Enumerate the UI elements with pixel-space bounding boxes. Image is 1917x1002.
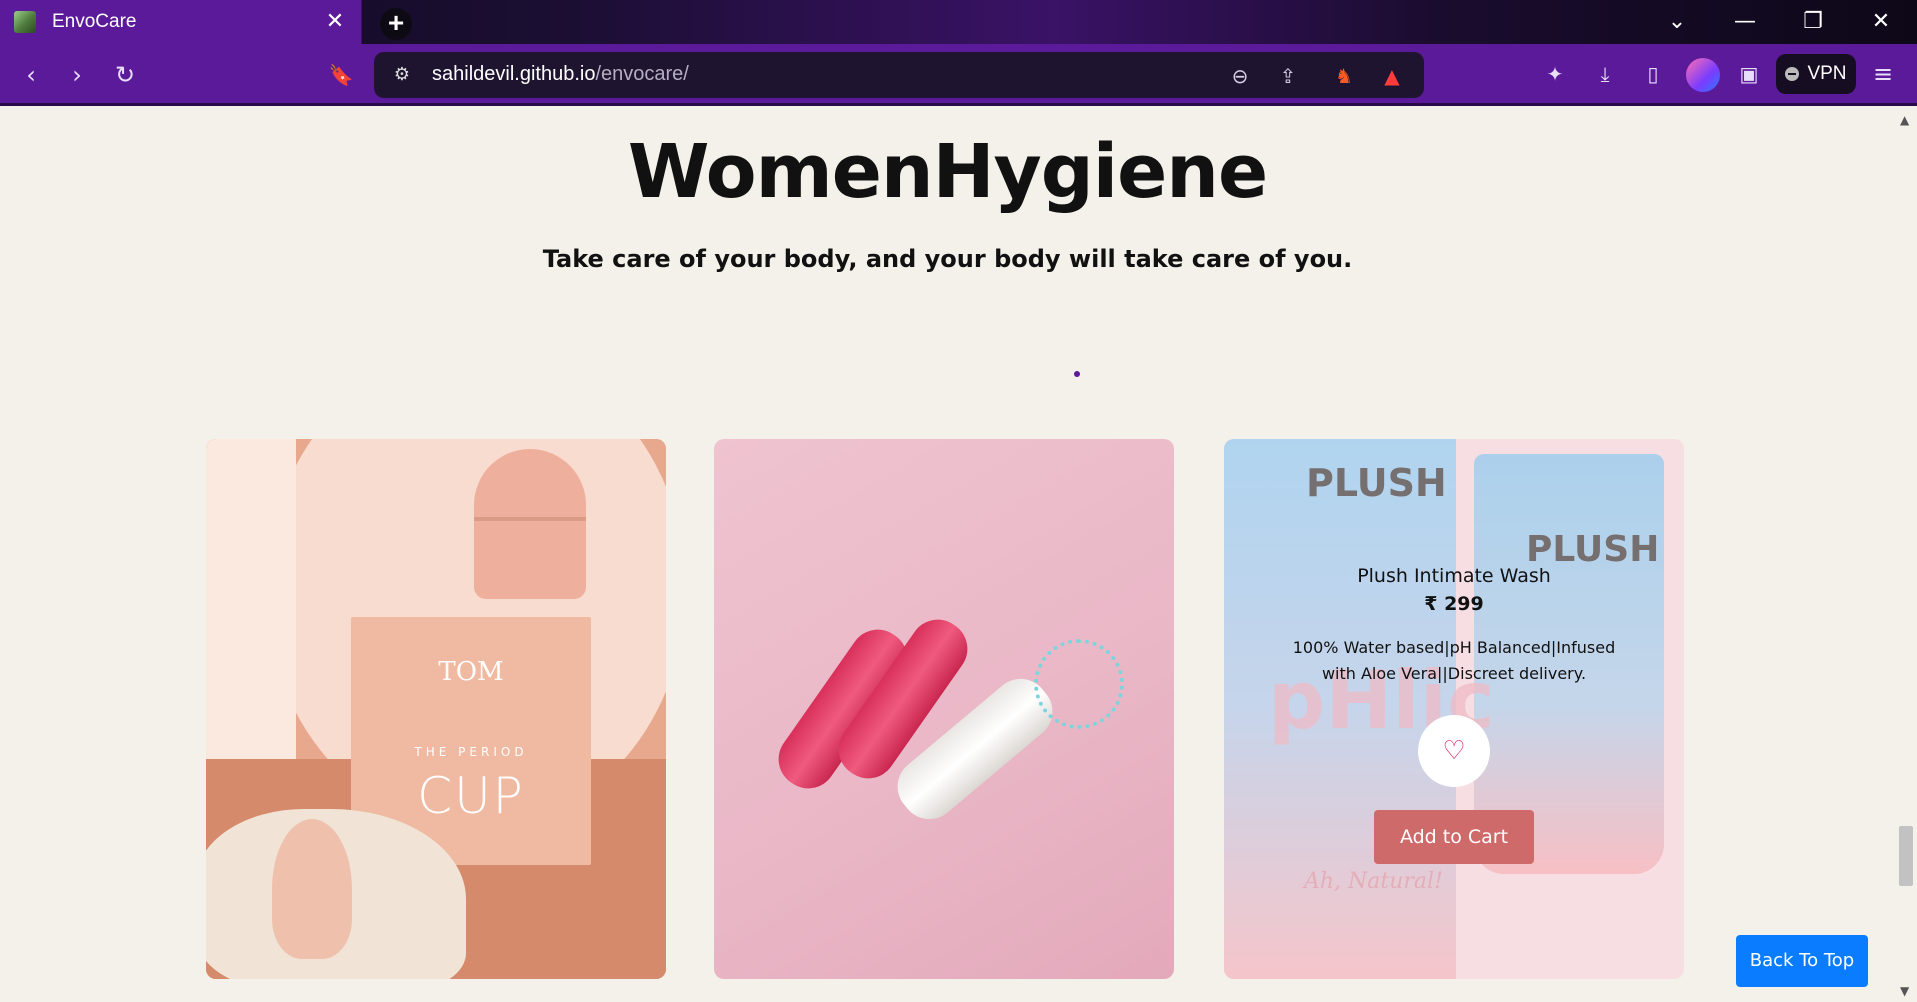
product-description: 100% Water based|pH Balanced|Infused wit… [1292, 638, 1616, 683]
brave-shields-icon[interactable]: ♞ [1330, 62, 1358, 90]
carousel-indicator-dot[interactable] [1074, 371, 1080, 377]
address-bar[interactable]: ⚙ sahildevil.github.io/envocare/ ⊖ ⇪ ♞ ▲ [374, 52, 1424, 98]
share-icon[interactable]: ⇪ [1274, 62, 1302, 90]
add-to-cart-button[interactable]: Add to Cart [1374, 810, 1534, 864]
brave-rewards-icon[interactable]: ▲ [1378, 62, 1406, 90]
vpn-label: VPN [1807, 63, 1847, 84]
sidebar-icon[interactable]: ▯ [1638, 59, 1668, 89]
scroll-down-arrow-icon[interactable]: ▼ [1900, 984, 1909, 998]
profile-avatar[interactable] [1686, 58, 1720, 92]
product-name: Plush Intimate Wash [1357, 565, 1551, 587]
product-card-period-cup[interactable]: TOM THE PERIOD CUP [206, 439, 666, 979]
browser-tab-strip: EnvoCare ✕ + ⌄ — ❐ ✕ [0, 0, 1917, 44]
product-price: ₹ 299 [1424, 593, 1484, 615]
product-card-tampons[interactable] [714, 439, 1174, 979]
scrollbar-thumb[interactable] [1899, 826, 1913, 886]
section-title: WomenHygiene [627, 129, 1268, 215]
menstrual-cup-image [272, 819, 352, 959]
back-button[interactable]: ‹ [14, 58, 48, 92]
zoom-out-icon[interactable]: ⊖ [1226, 62, 1254, 90]
reload-button[interactable]: ↻ [108, 58, 142, 92]
browser-toolbar: ‹ › ↻ 🔖 ⚙ sahildevil.github.io/envocare/… [0, 44, 1917, 106]
url-path: /envocare/ [595, 63, 689, 85]
cup-case-image [474, 449, 586, 599]
wishlist-button[interactable]: ♡ [1418, 715, 1490, 787]
site-favicon-icon [14, 11, 36, 33]
vertical-scrollbar[interactable]: ▲ ▼ [1895, 109, 1917, 1002]
decorative-wall [206, 439, 296, 799]
vpn-status-icon [1785, 67, 1800, 81]
box-brand-text: TOM [438, 657, 504, 687]
cup-case-seam [474, 517, 586, 521]
tab-title: EnvoCare [52, 11, 137, 32]
bookmark-icon[interactable]: 🔖 [324, 58, 358, 92]
page-viewport: WomenHygiene Take care of your body, and… [0, 109, 1895, 1002]
tampon-string-image [1034, 639, 1124, 729]
close-window-button[interactable]: ✕ [1849, 0, 1913, 44]
wallet-icon[interactable]: ▣ [1734, 59, 1764, 89]
product-hover-overlay [1224, 439, 1684, 979]
tab-search-chevron-icon[interactable]: ⌄ [1645, 0, 1709, 44]
product-card-plush-intimate-wash[interactable]: PLUSH PLUSH pHlic Ah, Natural! Plush Int… [1224, 439, 1684, 979]
heart-icon: ♡ [1442, 736, 1466, 766]
menu-icon[interactable]: ≡ [1868, 59, 1898, 89]
back-to-top-button[interactable]: Back To Top [1736, 935, 1868, 987]
url-host: sahildevil.github.io [432, 63, 596, 85]
scroll-up-arrow-icon[interactable]: ▲ [1900, 113, 1909, 127]
new-tab-button[interactable]: + [380, 8, 412, 40]
browser-tab[interactable]: EnvoCare ✕ [0, 0, 362, 44]
site-info-icon[interactable]: ⚙ [390, 63, 414, 87]
minimize-window-button[interactable]: — [1713, 0, 1777, 44]
vpn-button[interactable]: VPN [1776, 54, 1856, 94]
downloads-icon[interactable]: ⤓ [1590, 59, 1620, 89]
section-tagline: Take care of your body, and your body wi… [542, 245, 1353, 273]
url-text[interactable]: sahildevil.github.io/envocare/ [432, 63, 689, 86]
box-sub-text: THE PERIOD [414, 745, 528, 759]
extensions-icon[interactable]: ✦ [1540, 59, 1570, 89]
forward-button[interactable]: › [60, 58, 94, 92]
restore-window-button[interactable]: ❐ [1781, 0, 1845, 44]
tab-close-icon[interactable]: ✕ [323, 11, 347, 33]
